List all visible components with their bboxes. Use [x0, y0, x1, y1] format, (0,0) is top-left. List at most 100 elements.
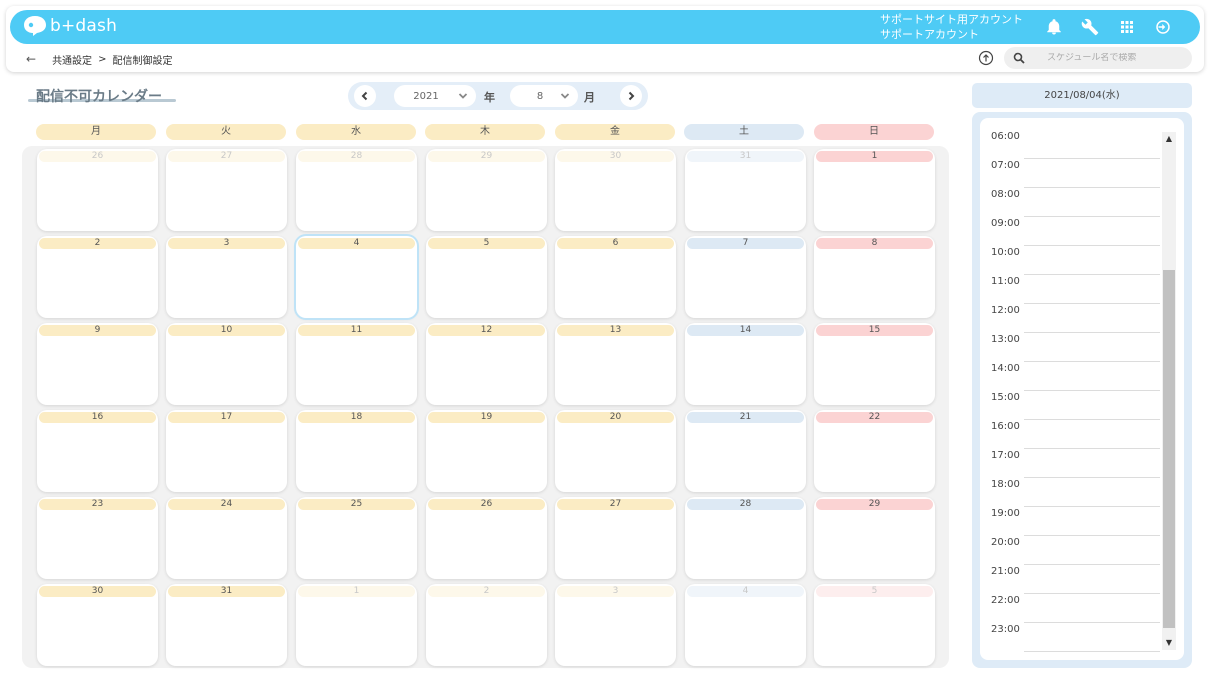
chevron-left-icon [361, 91, 368, 101]
calendar-day[interactable]: 2 [37, 236, 158, 318]
account-info[interactable]: サポートサイト用アカウント サポートアカウント [880, 12, 1023, 42]
calendar-day[interactable]: 27 [166, 149, 287, 231]
calendar-day[interactable]: 31 [685, 149, 806, 231]
hour-label: 07:00 [991, 160, 1020, 171]
hour-label: 17:00 [991, 450, 1020, 461]
apps-grid-icon[interactable] [1116, 16, 1138, 38]
calendar-grid: 26 27 28 29 30 31 1 2 3 4 5 6 7 8 9 10 1… [22, 146, 949, 668]
prev-month-button[interactable] [354, 85, 376, 107]
calendar-day[interactable]: 25 [296, 497, 417, 579]
calendar-day[interactable]: 8 [814, 236, 935, 318]
calendar-day[interactable]: 22 [814, 410, 935, 492]
calendar-day[interactable]: 4 [685, 584, 806, 666]
hour-divider [1024, 390, 1160, 391]
day-number: 25 [298, 499, 415, 510]
scroll-down-icon[interactable]: ▼ [1162, 636, 1176, 650]
back-arrow-icon[interactable]: ← [26, 52, 36, 66]
page-title: 配信不可カレンダー [36, 89, 162, 105]
day-number: 15 [816, 325, 933, 336]
calendar-day[interactable]: 16 [37, 410, 158, 492]
breadcrumb: ← 共通設定 > 配信制御設定 [26, 51, 172, 67]
month-select[interactable]: 8 [510, 85, 578, 107]
day-number: 3 [557, 586, 674, 597]
calendar-day-selected[interactable]: 4 [296, 236, 417, 318]
hour-divider [1024, 651, 1160, 652]
day-number: 17 [168, 412, 285, 423]
calendar-day[interactable]: 6 [555, 236, 676, 318]
calendar-day[interactable]: 3 [166, 236, 287, 318]
day-number: 4 [298, 238, 415, 249]
day-number: 23 [39, 499, 156, 510]
calendar-day[interactable]: 18 [296, 410, 417, 492]
calendar-day[interactable]: 5 [426, 236, 547, 318]
upload-circle-icon[interactable] [978, 50, 994, 66]
calendar-day[interactable]: 24 [166, 497, 287, 579]
calendar-day[interactable]: 5 [814, 584, 935, 666]
calendar-day[interactable]: 27 [555, 497, 676, 579]
search-box[interactable] [1004, 47, 1192, 69]
search-input[interactable] [1047, 53, 1187, 63]
weekday-mon: 月 [36, 124, 156, 140]
hour-label: 09:00 [991, 218, 1020, 229]
hour-divider [1024, 535, 1160, 536]
calendar-day[interactable]: 12 [426, 323, 547, 405]
calendar-day[interactable]: 29 [814, 497, 935, 579]
calendar-day[interactable]: 28 [296, 149, 417, 231]
calendar-day[interactable]: 29 [426, 149, 547, 231]
day-number: 3 [168, 238, 285, 249]
calendar-day[interactable]: 20 [555, 410, 676, 492]
calendar-day[interactable]: 1 [814, 149, 935, 231]
chevron-right-icon [628, 91, 635, 101]
bell-icon[interactable] [1043, 16, 1065, 38]
calendar-day[interactable]: 17 [166, 410, 287, 492]
calendar-day[interactable]: 9 [37, 323, 158, 405]
day-number: 18 [298, 412, 415, 423]
calendar-day[interactable]: 19 [426, 410, 547, 492]
hour-label: 06:00 [991, 131, 1020, 142]
day-number: 28 [687, 499, 804, 510]
hour-label: 08:00 [991, 189, 1020, 200]
day-schedule-list: 06:00 07:00 08:00 09:00 10:00 11:00 12:0… [980, 118, 1184, 660]
day-number: 19 [428, 412, 545, 423]
day-number: 27 [557, 499, 674, 510]
calendar-day[interactable]: 21 [685, 410, 806, 492]
calendar-day[interactable]: 7 [685, 236, 806, 318]
logo-text: b+dash [50, 16, 118, 36]
calendar-day[interactable]: 13 [555, 323, 676, 405]
calendar-day[interactable]: 31 [166, 584, 287, 666]
calendar-day[interactable]: 14 [685, 323, 806, 405]
next-month-button[interactable] [620, 85, 642, 107]
schedule-scrollbar[interactable]: ▲ ▼ [1162, 132, 1176, 650]
hour-label: 19:00 [991, 508, 1020, 519]
calendar-day[interactable]: 2 [426, 584, 547, 666]
hour-label: 20:00 [991, 537, 1020, 548]
calendar-day[interactable]: 15 [814, 323, 935, 405]
calendar-day[interactable]: 1 [296, 584, 417, 666]
hour-divider [1024, 187, 1160, 188]
hour-label: 23:00 [991, 624, 1020, 635]
wrench-icon[interactable] [1079, 16, 1101, 38]
breadcrumb-item-common-settings[interactable]: 共通設定 [52, 52, 92, 67]
calendar-day[interactable]: 26 [37, 149, 158, 231]
day-number: 1 [816, 151, 933, 162]
hour-divider [1024, 506, 1160, 507]
year-select[interactable]: 2021 [394, 85, 476, 107]
hour-divider [1024, 419, 1160, 420]
calendar-day[interactable]: 30 [555, 149, 676, 231]
day-number: 9 [39, 325, 156, 336]
hour-label: 21:00 [991, 566, 1020, 577]
scroll-up-icon[interactable]: ▲ [1162, 132, 1176, 146]
logo[interactable]: b+dash [22, 15, 117, 37]
calendar-day[interactable]: 3 [555, 584, 676, 666]
calendar-day[interactable]: 11 [296, 323, 417, 405]
calendar-day[interactable]: 30 [37, 584, 158, 666]
logout-icon[interactable] [1152, 16, 1174, 38]
scrollbar-thumb[interactable] [1163, 270, 1175, 628]
weekday-sun: 日 [814, 124, 934, 140]
calendar-day[interactable]: 10 [166, 323, 287, 405]
calendar-day[interactable]: 26 [426, 497, 547, 579]
calendar-day[interactable]: 23 [37, 497, 158, 579]
search-icon [1013, 52, 1025, 64]
calendar-day[interactable]: 28 [685, 497, 806, 579]
weekday-thu: 木 [425, 124, 545, 140]
